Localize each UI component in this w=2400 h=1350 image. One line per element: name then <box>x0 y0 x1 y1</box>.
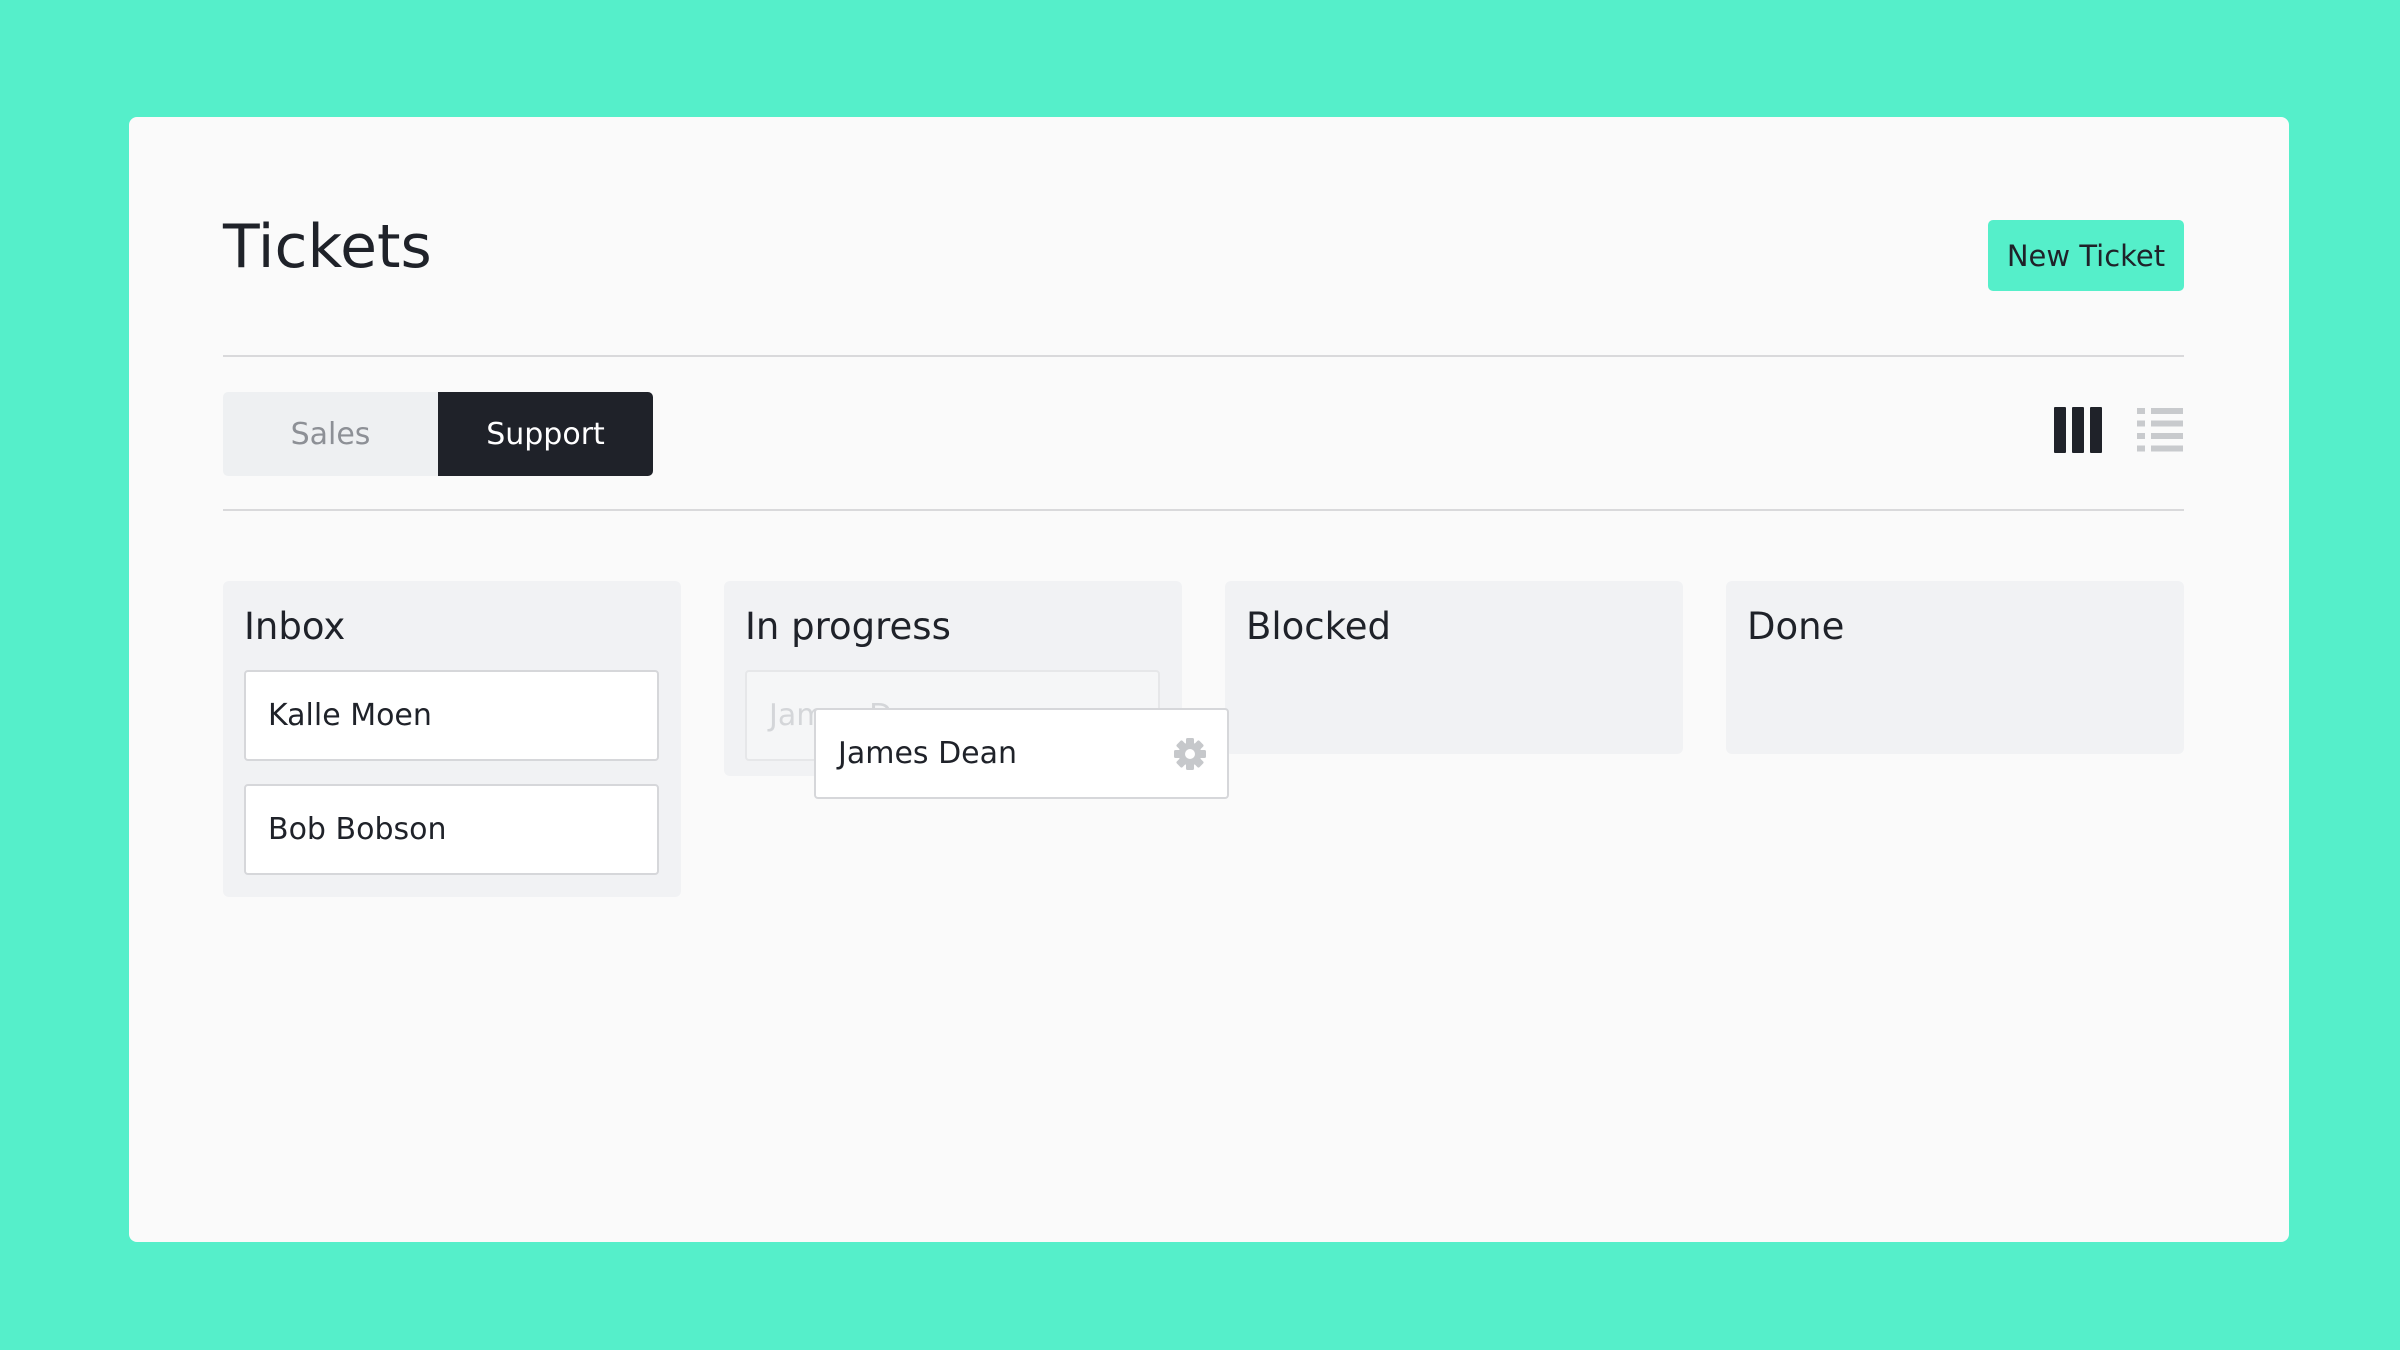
divider <box>223 509 2184 511</box>
ticket-label: James Dean <box>838 736 1018 771</box>
dragging-ticket-card[interactable]: James Dean <box>814 708 1229 799</box>
list-icon[interactable] <box>2137 408 2183 452</box>
column-title: Done <box>1747 605 1845 648</box>
tickets-panel: Tickets New Ticket Sales Support Inbox K… <box>129 117 2289 1242</box>
column-done: Done <box>1726 581 2184 754</box>
view-toggle <box>2054 407 2183 453</box>
page-title: Tickets <box>223 212 432 282</box>
column-blocked: Blocked <box>1225 581 1683 754</box>
team-tabs: Sales Support <box>223 392 653 476</box>
column-inbox: Inbox Kalle Moen Bob Bobson <box>223 581 681 897</box>
ticket-card[interactable]: Bob Bobson <box>244 784 659 875</box>
gear-icon[interactable] <box>1173 737 1207 771</box>
ticket-card[interactable]: Kalle Moen <box>244 670 659 761</box>
tab-support[interactable]: Support <box>438 392 653 476</box>
column-title: In progress <box>745 605 951 648</box>
column-title: Blocked <box>1246 605 1392 648</box>
tab-sales[interactable]: Sales <box>223 392 438 476</box>
column-title: Inbox <box>244 605 346 648</box>
columns-icon[interactable] <box>2054 407 2102 453</box>
divider <box>223 355 2184 357</box>
new-ticket-button[interactable]: New Ticket <box>1988 220 2184 291</box>
